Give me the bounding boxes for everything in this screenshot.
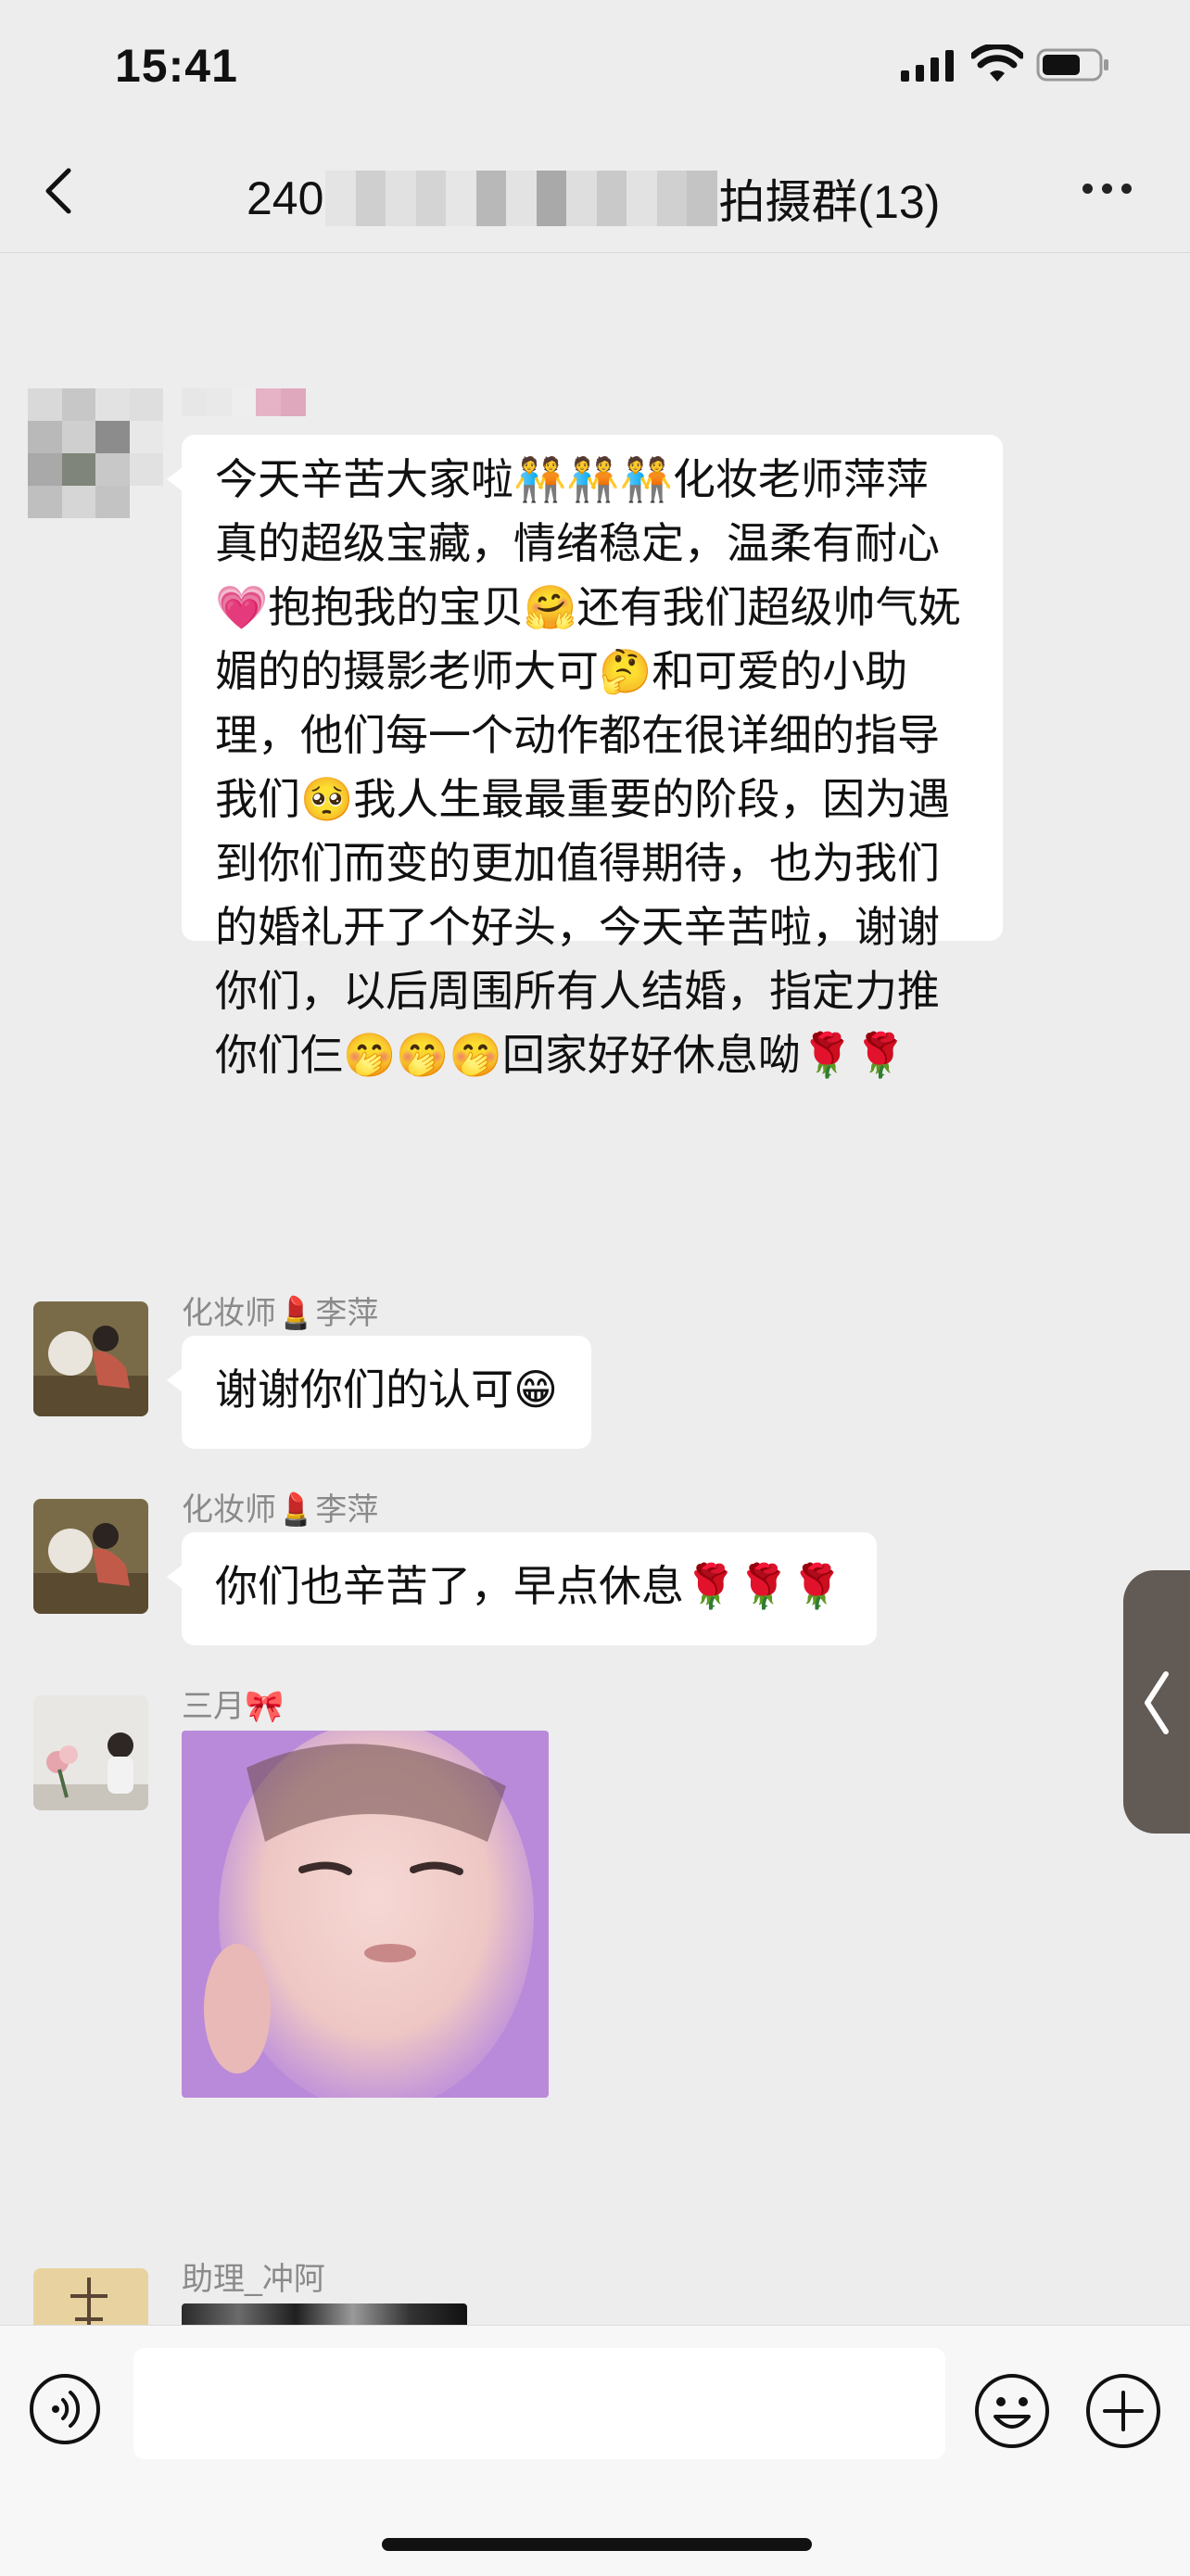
avatar-blurred[interactable]: [28, 388, 163, 518]
voice-input-icon[interactable]: [28, 2372, 102, 2446]
emoji-icon[interactable]: [973, 2372, 1051, 2450]
avatar-makeup-artist[interactable]: [33, 1499, 148, 1614]
chat-title: 240 拍摄群(13): [247, 165, 940, 232]
image-message-partial[interactable]: [182, 2303, 467, 2325]
status-time: 15:41: [115, 40, 238, 92]
message-list[interactable]: 今天辛苦大家啦🧑‍🤝‍🧑🧑‍🤝‍🧑🧑‍🤝‍🧑化妆老师萍萍真的超级宝藏，情绪稳定，…: [0, 253, 1190, 2325]
avatar-image: [33, 2268, 148, 2325]
more-options-icon[interactable]: [1082, 184, 1132, 194]
message-bubble[interactable]: 你们也辛苦了，早点休息🌹🌹🌹: [167, 1532, 877, 1645]
title-suffix: 拍摄群(13): [718, 176, 941, 228]
message-bubble[interactable]: 谢谢你们的认可😁: [167, 1336, 591, 1449]
avatar-makeup-artist[interactable]: [33, 1301, 148, 1416]
sender-name: 化妆师💄李萍: [182, 1492, 379, 1528]
message-text: 谢谢你们的认可😁: [215, 1365, 558, 1414]
message-input[interactable]: [133, 2348, 945, 2459]
chevron-left-icon: [1145, 1671, 1169, 1734]
sender-name: 三月🎀: [182, 1689, 285, 1724]
message-text: 你们也辛苦了，早点休息🌹🌹🌹: [215, 1562, 843, 1610]
floating-side-tab[interactable]: [1123, 1570, 1190, 1834]
home-indicator: [382, 2538, 812, 2551]
battery-icon: [1036, 48, 1108, 82]
avatar-image: [33, 1301, 148, 1416]
avatar-assistant[interactable]: [33, 2268, 148, 2325]
message-text: 今天辛苦大家啦🧑‍🤝‍🧑🧑‍🤝‍🧑🧑‍🤝‍🧑化妆老师萍萍真的超级宝藏，情绪稳定，…: [215, 455, 961, 1079]
sticker-image[interactable]: [182, 1731, 549, 2098]
cellular-signal-icon: [901, 50, 954, 82]
message-bubble[interactable]: 今天辛苦大家啦🧑‍🤝‍🧑🧑‍🤝‍🧑🧑‍🤝‍🧑化妆老师萍萍真的超级宝藏，情绪稳定，…: [167, 435, 1003, 1079]
title-prefix: 240: [247, 172, 324, 224]
sender-name: 助理_冲阿: [182, 2262, 325, 2297]
sender-name-blurred: [182, 388, 306, 416]
back-arrow-icon[interactable]: [37, 163, 83, 219]
add-icon[interactable]: [1084, 2372, 1162, 2450]
wifi-icon: [971, 44, 1023, 82]
redacted-title-blur: [325, 171, 717, 226]
status-bar: 15:41: [0, 0, 1190, 130]
chat-header: 240 拍摄群(13): [0, 130, 1190, 253]
sticker-photo: [182, 1731, 549, 2098]
avatar-user-sanyue[interactable]: [33, 1695, 148, 1810]
avatar-image: [33, 1499, 148, 1614]
avatar-image: [33, 1695, 148, 1810]
sender-name: 化妆师💄李萍: [182, 1296, 379, 1331]
